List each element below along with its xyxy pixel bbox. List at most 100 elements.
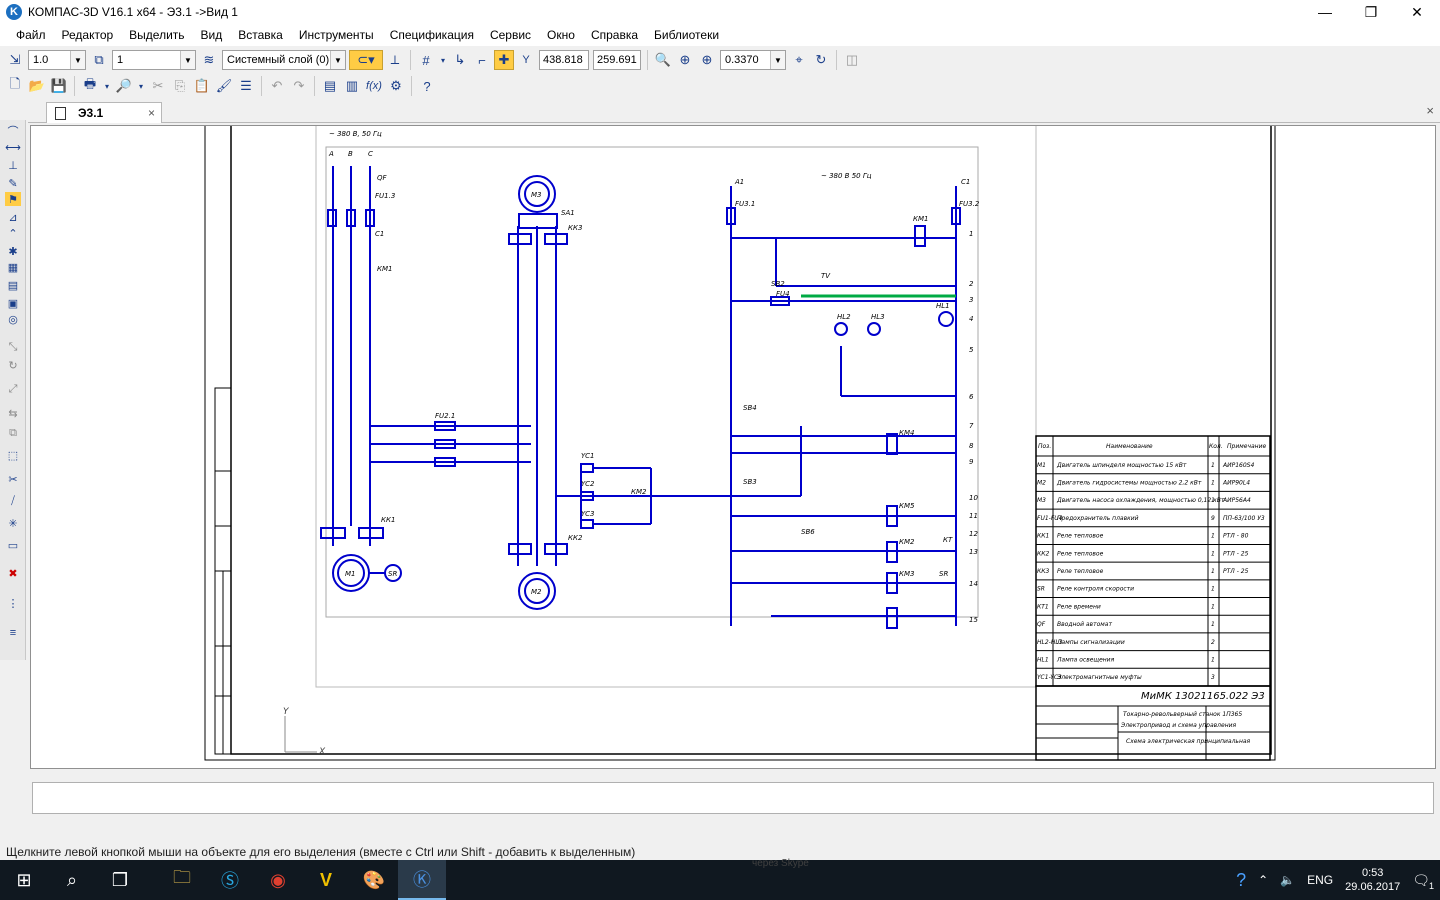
chevron-up-icon[interactable]: ⌃ xyxy=(1258,873,1268,887)
menu-editor[interactable]: Редактор xyxy=(54,28,122,42)
measure-icon[interactable]: ⊿ xyxy=(5,210,21,224)
close-all-icon[interactable]: × xyxy=(1426,103,1434,118)
menu-file[interactable]: Файл xyxy=(8,28,54,42)
local-cs-icon[interactable]: ↳ xyxy=(450,50,470,70)
zoom-combo[interactable]: 0.3370 ▼ xyxy=(720,50,786,70)
fragment-icon[interactable]: ◎ xyxy=(5,312,21,326)
copy-obj-icon[interactable]: ⧉ xyxy=(5,426,21,440)
chevron-down-icon[interactable]: ▼ xyxy=(770,51,785,69)
properties-icon[interactable]: ☰ xyxy=(236,76,256,96)
chevron-down-icon[interactable]: ▾ xyxy=(102,76,112,96)
spec-icon[interactable]: ▦ xyxy=(5,260,21,274)
variables-icon[interactable]: f(x) xyxy=(364,76,384,96)
refresh-icon[interactable]: ↻ xyxy=(811,50,831,70)
paint-app-icon[interactable]: 🎨 xyxy=(350,860,398,900)
menu-libraries[interactable]: Библиотеки xyxy=(646,28,727,42)
language-indicator[interactable]: ENG xyxy=(1307,873,1333,887)
deform-icon[interactable]: ⬚ xyxy=(5,448,21,462)
zoom-all-icon[interactable]: ⊕ xyxy=(675,50,695,70)
grid-icon[interactable]: # xyxy=(416,50,436,70)
menu-view[interactable]: Вид xyxy=(193,28,231,42)
constraints-icon[interactable]: ⚙ xyxy=(386,76,406,96)
maximize-button[interactable]: ❐ xyxy=(1348,0,1394,24)
coord-y-field[interactable]: 259.691 xyxy=(593,50,641,70)
break-icon[interactable]: ⧸ xyxy=(5,494,21,508)
help-icon[interactable]: ? xyxy=(1236,870,1246,891)
open-folder-icon[interactable]: 📂 xyxy=(27,76,47,96)
magnet-snap-icon[interactable]: ⊂▾ xyxy=(349,50,383,70)
minimize-button[interactable]: — xyxy=(1302,0,1348,24)
preview-icon[interactable]: 🔎 xyxy=(114,76,134,96)
menu-help[interactable]: Справка xyxy=(583,28,646,42)
zoom-in-icon[interactable]: ⊕ xyxy=(697,50,717,70)
chevron-down-icon[interactable]: ▼ xyxy=(70,51,85,69)
ortho-icon[interactable]: ⟂ xyxy=(385,50,405,70)
insert-icon[interactable]: ▣ xyxy=(5,296,21,310)
eraser-icon[interactable]: ◫ xyxy=(842,50,862,70)
delete-icon[interactable]: ✖ xyxy=(5,566,21,580)
zoom-window-icon[interactable]: 🔍 xyxy=(653,50,673,70)
file-explorer-icon[interactable]: 🗀 xyxy=(158,860,206,900)
symbols-icon[interactable]: ⊥ xyxy=(5,158,21,172)
edit-icon[interactable]: ✎ xyxy=(5,176,21,190)
tab-e3-1[interactable]: Э3.1 × xyxy=(46,102,162,123)
cut-icon[interactable]: ✂ xyxy=(148,76,168,96)
close-button[interactable]: ✕ xyxy=(1394,0,1440,24)
manager-icon[interactable]: ▤ xyxy=(320,76,340,96)
search-icon[interactable]: ⌕ xyxy=(48,860,96,900)
windows-start-icon[interactable]: ⊞ xyxy=(0,860,48,900)
state-icon[interactable]: ⧉ xyxy=(89,50,109,70)
save-icon[interactable]: 💾 xyxy=(49,76,69,96)
vector-app-icon[interactable]: V xyxy=(302,860,350,900)
volume-icon[interactable]: 🔈 xyxy=(1280,873,1295,887)
redo-icon[interactable]: ↷ xyxy=(289,76,309,96)
close-icon[interactable]: × xyxy=(148,106,155,120)
chevron-down-icon[interactable]: ▾ xyxy=(438,50,448,70)
scale-icon[interactable]: ⇲ xyxy=(5,50,25,70)
state-combo[interactable]: 1 ▼ xyxy=(112,50,196,70)
chrome-icon[interactable]: ◉ xyxy=(254,860,302,900)
rotate-icon[interactable]: ↻ xyxy=(5,358,21,372)
chevron-down-icon[interactable]: ▾ xyxy=(136,76,146,96)
explode-icon[interactable]: ✳ xyxy=(5,516,21,530)
kompas-taskbar-icon[interactable]: Ⓚ xyxy=(398,860,446,900)
cursor-snap-icon[interactable]: ✚ xyxy=(494,50,514,70)
command-line[interactable] xyxy=(32,782,1434,814)
ortho-mode-icon[interactable]: ⌐ xyxy=(472,50,492,70)
param-icon[interactable]: ⚑ xyxy=(5,192,21,206)
dimensions-icon[interactable]: ⟷ xyxy=(5,140,21,154)
menu-insert[interactable]: Вставка xyxy=(230,28,291,42)
format-brush-icon[interactable]: 🖌 xyxy=(214,76,234,96)
layers-icon[interactable]: ≋ xyxy=(199,50,219,70)
print-icon[interactable]: 🖶 xyxy=(80,76,100,96)
geometry-icon[interactable]: ⌒ xyxy=(5,124,21,138)
menu-window[interactable]: Окно xyxy=(539,28,583,42)
scale-obj-icon[interactable]: ⤢ xyxy=(5,382,21,396)
mirror-icon[interactable]: ⇆ xyxy=(5,406,21,420)
group-icon[interactable]: ▭ xyxy=(5,538,21,552)
chevron-down-icon[interactable]: ▼ xyxy=(180,51,195,69)
tolerance-icon[interactable]: ✱ xyxy=(5,244,21,258)
select-icon[interactable]: ⌃ xyxy=(5,226,21,240)
notification-icon[interactable]: 🗨 1 xyxy=(1412,872,1434,891)
menu-specification[interactable]: Спецификация xyxy=(382,28,482,42)
trim-icon[interactable]: ✂ xyxy=(5,472,21,486)
clock[interactable]: 0:53 29.06.2017 xyxy=(1345,866,1400,894)
scale-combo[interactable]: 1.0 ▼ xyxy=(28,50,86,70)
report-icon[interactable]: ▤ xyxy=(5,278,21,292)
undo-icon[interactable]: ↶ xyxy=(267,76,287,96)
copy-icon[interactable]: ⎘ xyxy=(170,76,190,96)
skype-icon[interactable]: Ⓢ xyxy=(206,860,254,900)
task-view-icon[interactable]: ❐ xyxy=(96,860,144,900)
equidistant-icon[interactable]: ≡ xyxy=(5,626,21,640)
drawing-canvas[interactable]: ~ 380 В, 50 Гц A B C ~ 380 В 50 Гц QF FU… xyxy=(30,125,1436,769)
paste-icon[interactable]: 📋 xyxy=(192,76,212,96)
library-icon[interactable]: ▥ xyxy=(342,76,362,96)
array-icon[interactable]: ⋮ xyxy=(5,596,21,610)
pan-icon[interactable]: ⌖ xyxy=(789,50,809,70)
move-icon[interactable]: ⤡ xyxy=(5,340,21,354)
coord-x-field[interactable]: 438.818 xyxy=(539,50,589,70)
chevron-down-icon[interactable]: ▼ xyxy=(330,51,345,69)
menu-service[interactable]: Сервис xyxy=(482,28,539,42)
new-file-icon[interactable]: 🗋 xyxy=(5,76,25,96)
